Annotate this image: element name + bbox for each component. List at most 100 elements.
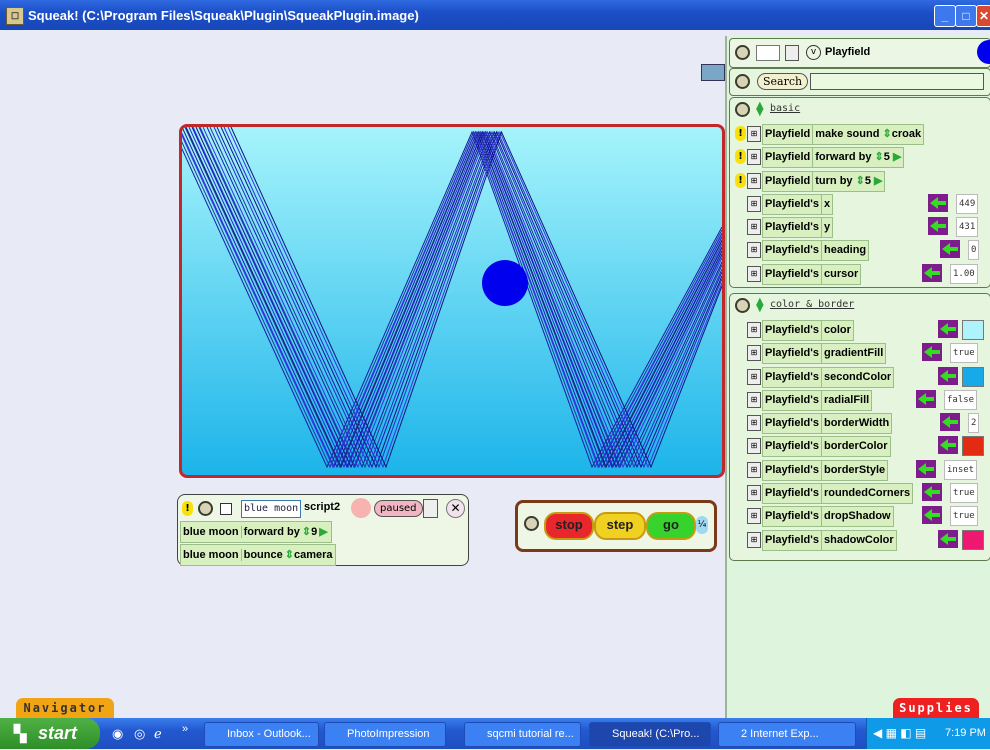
viewer-row[interactable]: ⊞ Playfield's borderColor bbox=[730, 434, 990, 458]
run-once-button[interactable]: ! bbox=[735, 126, 746, 141]
phrase-tile[interactable]: Playfield turn by ⇕5 ▶ bbox=[762, 170, 886, 192]
tile-icon[interactable]: ⊞ bbox=[747, 265, 761, 282]
go-button[interactable]: go bbox=[646, 512, 696, 540]
phrase-tile[interactable]: Playfield make sound ⇕croak bbox=[762, 124, 925, 145]
tile-icon[interactable]: ⊞ bbox=[747, 149, 761, 166]
category-icon[interactable] bbox=[756, 45, 780, 61]
viewer-row[interactable]: ⊞ Playfield's color bbox=[730, 318, 990, 341]
start-button[interactable]: ▚ start bbox=[0, 718, 100, 749]
close-button[interactable]: ✕ bbox=[976, 5, 990, 27]
assign-arrow-icon[interactable] bbox=[922, 483, 942, 502]
category-up-down-arrows[interactable]: ▲ ▼ bbox=[756, 101, 764, 118]
color-swatch[interactable] bbox=[962, 366, 984, 387]
tile-icon[interactable]: ⊞ bbox=[747, 195, 761, 212]
assign-arrow-icon[interactable] bbox=[916, 459, 936, 478]
tile-icon[interactable]: ⊞ bbox=[747, 438, 761, 455]
object-thumbnail-icon[interactable] bbox=[977, 40, 990, 64]
maximize-button[interactable]: □ bbox=[955, 5, 977, 27]
script-line[interactable]: blue moon forward by ⇕9 ▶ bbox=[180, 521, 332, 543]
assign-arrow-icon[interactable] bbox=[938, 529, 958, 548]
phrase-tile[interactable]: Playfield's secondColor bbox=[762, 366, 895, 388]
viewer-row[interactable]: ⊞ Playfield's shadowColor bbox=[730, 528, 990, 551]
value-readout[interactable]: true bbox=[950, 343, 978, 364]
category-label[interactable]: basic bbox=[770, 103, 800, 114]
tile-icon[interactable]: ⊞ bbox=[747, 322, 761, 338]
viewer-row[interactable]: ! ⊞ Playfield turn by ⇕5 ▶ bbox=[730, 169, 990, 192]
assign-arrow-icon[interactable] bbox=[940, 240, 960, 259]
supplies-tab[interactable]: Supplies bbox=[893, 698, 979, 718]
task-button[interactable]: sqcmi tutorial re... bbox=[464, 722, 581, 747]
viewer-row[interactable]: ! ⊞ Playfield make sound ⇕croak bbox=[730, 122, 990, 145]
play-arrow-icon[interactable]: ▶ bbox=[893, 148, 901, 167]
quicklaunch-icon[interactable]: ◎ bbox=[134, 726, 145, 742]
value-readout[interactable]: false bbox=[944, 389, 978, 410]
script-menu-button[interactable] bbox=[198, 501, 213, 516]
playfield-thumbnail-icon[interactable] bbox=[701, 64, 725, 81]
quicklaunch-overflow-icon[interactable]: » bbox=[182, 723, 188, 735]
tile-icon[interactable]: ⊞ bbox=[747, 415, 761, 432]
controls-menu-button[interactable] bbox=[524, 516, 539, 531]
category-up-down-arrows[interactable]: ▲ ▼ bbox=[756, 297, 764, 314]
tile-icon[interactable]: ⊞ bbox=[747, 242, 761, 259]
phrase-tile[interactable]: Playfield's borderWidth bbox=[762, 413, 893, 435]
window-title-bar[interactable]: ☐ Squeak! (C:\Program Files\Squeak\Plugi… bbox=[0, 0, 990, 30]
task-button[interactable]: PhotoImpression bbox=[324, 722, 446, 747]
assign-arrow-icon[interactable] bbox=[938, 366, 958, 385]
tile-icon[interactable]: ⊞ bbox=[747, 172, 761, 189]
assign-arrow-icon[interactable] bbox=[940, 413, 960, 432]
tile-icon[interactable]: ⊞ bbox=[747, 219, 761, 236]
arg-arrows[interactable]: ⇕ bbox=[856, 172, 865, 191]
value-readout[interactable]: inset bbox=[944, 459, 978, 480]
category-menu-button[interactable] bbox=[735, 102, 750, 117]
menu-v-button[interactable]: v bbox=[806, 45, 821, 60]
category-menu-button[interactable] bbox=[735, 298, 750, 313]
speed-button[interactable]: ¼ bbox=[696, 516, 708, 534]
viewer-row[interactable]: ⊞ Playfield's y 431 bbox=[730, 215, 990, 239]
phrase-tile[interactable]: Playfield's heading bbox=[762, 240, 870, 262]
value-readout[interactable]: 1.00 bbox=[950, 263, 978, 284]
navigator-tab[interactable]: Navigator bbox=[16, 698, 114, 718]
phrase-argument[interactable]: 9 bbox=[311, 526, 319, 538]
play-arrow-icon[interactable]: ▶ bbox=[319, 526, 330, 538]
phrase-argument[interactable]: camera bbox=[294, 549, 335, 561]
assign-arrow-icon[interactable] bbox=[922, 263, 942, 282]
viewer-row[interactable]: ⊞ Playfield's dropShadow true bbox=[730, 504, 990, 528]
phrase-tile[interactable]: Playfield's gradientFill bbox=[762, 343, 887, 365]
assign-arrow-icon[interactable] bbox=[938, 436, 958, 455]
viewer-row[interactable]: ⊞ Playfield's cursor 1.00 bbox=[730, 262, 990, 285]
blue-moon-ball[interactable] bbox=[482, 260, 528, 306]
value-readout[interactable]: 2 bbox=[968, 413, 980, 434]
phrase-tile[interactable]: Playfield's borderColor bbox=[762, 436, 891, 458]
run-once-button[interactable]: ! bbox=[735, 149, 746, 165]
phrase-tile[interactable]: Playfield's shadowColor bbox=[762, 529, 897, 551]
phrase-tile[interactable]: Playfield's color bbox=[762, 320, 854, 341]
assign-arrow-icon[interactable] bbox=[922, 343, 942, 362]
viewer-row[interactable]: ⊞ Playfield's secondColor bbox=[730, 365, 990, 388]
assign-arrow-icon[interactable] bbox=[928, 217, 948, 236]
viewer-row[interactable]: ⊞ Playfield's borderStyle inset bbox=[730, 458, 990, 481]
viewer-menu-button[interactable] bbox=[735, 45, 750, 60]
arg-arrows[interactable]: ⇕ bbox=[302, 526, 311, 538]
viewer-row[interactable]: ⊞ Playfield's radialFill false bbox=[730, 388, 990, 411]
viewer-row[interactable]: ⊞ Playfield's borderWidth 2 bbox=[730, 411, 990, 435]
assign-arrow-icon[interactable] bbox=[938, 320, 958, 338]
phrase-tile[interactable]: Playfield forward by ⇕5 ▶ bbox=[762, 147, 905, 169]
arg-arrows[interactable]: ⇕ bbox=[285, 549, 294, 561]
phrase-argument[interactable]: 5 bbox=[884, 148, 890, 167]
stop-button[interactable]: stop bbox=[544, 512, 594, 540]
assign-arrow-icon[interactable] bbox=[922, 506, 942, 525]
step-button[interactable]: step bbox=[594, 512, 646, 540]
value-readout[interactable]: 449 bbox=[956, 193, 979, 214]
tray-icons[interactable]: ◀ ▦ ◧ ▤ bbox=[873, 726, 926, 740]
tile-icon[interactable]: ⊞ bbox=[747, 485, 761, 502]
assign-arrow-icon[interactable] bbox=[928, 193, 948, 212]
quicklaunch-icon[interactable]: ◉ bbox=[112, 726, 123, 742]
viewer-row[interactable]: ⊞ Playfield's gradientFill true bbox=[730, 341, 990, 365]
phrase-tile[interactable]: Playfield's y bbox=[762, 217, 834, 239]
tile-icon[interactable]: ⊞ bbox=[747, 461, 761, 478]
close-script-icon[interactable]: ✕ bbox=[446, 499, 465, 518]
play-arrow-icon[interactable]: ▶ bbox=[874, 172, 882, 191]
arg-arrows[interactable]: ⇕ bbox=[875, 148, 884, 167]
tile-icon[interactable]: ⊞ bbox=[747, 126, 761, 142]
phrase-tile[interactable]: Playfield's roundedCorners bbox=[762, 483, 914, 505]
